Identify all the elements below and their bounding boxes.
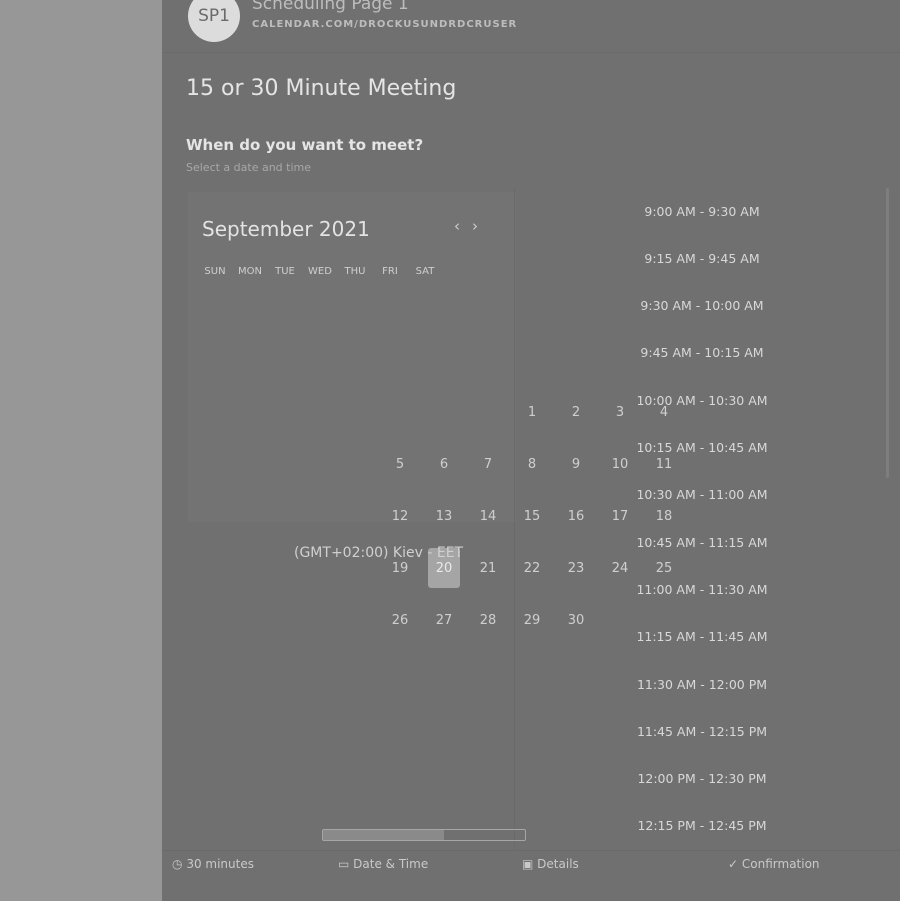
time-slot-button[interactable]: 12:15 PM - 12:45 PM — [515, 803, 889, 849]
calendar-month-label: September 2021 — [202, 217, 370, 241]
avatar: SP1 — [188, 0, 240, 42]
calendar-day[interactable]: 5 — [384, 444, 416, 484]
weekday-label: WED — [308, 266, 332, 277]
page-header: SP1 Scheduling Page 1 CALENDAR.COM/DROCK… — [162, 0, 900, 53]
step-label: Details — [537, 857, 579, 871]
step-date-time[interactable]: ▭ Date & Time — [338, 857, 428, 871]
time-slot-button[interactable]: 11:00 AM - 11:30 AM — [515, 566, 889, 612]
clock-icon: ◷ — [172, 857, 183, 871]
page-subtitle: CALENDAR.COM/DROCKUSUNDRDCRUSER — [252, 19, 518, 30]
time-slot-button[interactable]: 9:15 AM - 9:45 AM — [515, 235, 889, 281]
step-confirmation[interactable]: ✓ Confirmation — [728, 857, 820, 871]
weekday-header: SUN MON TUE WED THU FRI SAT — [202, 266, 438, 277]
time-slot-button[interactable]: 11:45 AM - 12:15 PM — [515, 708, 889, 754]
calendar-day[interactable]: 6 — [428, 444, 460, 484]
timezone-label[interactable]: (GMT+02:00) Kiev - EET — [294, 545, 463, 561]
step-footer: ◷ 30 minutes ▭ Date & Time ▣ Details ✓ C… — [162, 829, 900, 901]
step-progress-fill — [323, 830, 445, 840]
meeting-hint: Select a date and time — [186, 161, 312, 174]
calendar-day[interactable]: 12 — [384, 496, 416, 536]
time-slot-button[interactable]: 10:30 AM - 11:00 AM — [515, 472, 889, 518]
step-label: Date & Time — [353, 857, 429, 871]
time-list-scrollbar[interactable] — [886, 188, 889, 478]
time-slot-button[interactable]: 11:30 AM - 12:00 PM — [515, 661, 889, 707]
check-icon: ✓ — [728, 857, 739, 871]
step-label: Confirmation — [741, 857, 820, 871]
step-progress-bar — [322, 829, 526, 841]
weekday-label: SAT — [415, 266, 435, 277]
weekday-label: FRI — [382, 266, 398, 277]
calendar-day[interactable]: 21 — [472, 548, 504, 588]
step-duration[interactable]: ◷ 30 minutes — [172, 857, 254, 871]
weekday-label: MON — [238, 266, 262, 277]
calendar-icon: ▭ — [338, 857, 350, 871]
time-slot-list[interactable]: 9:00 AM - 9:30 AM 9:15 AM - 9:45 AM 9:30 A… — [514, 188, 889, 852]
left-gutter — [0, 0, 162, 900]
details-icon: ▣ — [522, 857, 534, 871]
scheduling-page: SP1 Scheduling Page 1 CALENDAR.COM/DROCK… — [162, 0, 900, 901]
time-slot-button[interactable]: 10:15 AM - 10:45 AM — [515, 425, 889, 471]
calendar-day[interactable]: 13 — [428, 496, 460, 536]
calendar-day[interactable]: 7 — [472, 444, 504, 484]
time-slot-button[interactable]: 9:00 AM - 9:30 AM — [515, 188, 889, 234]
time-slot-button[interactable]: 9:45 AM - 10:15 AM — [515, 330, 889, 376]
weekday-label: THU — [344, 266, 366, 277]
meeting-title: 15 or 30 Minute Meeting — [186, 76, 457, 101]
time-slot-button[interactable]: 10:45 AM - 11:15 AM — [515, 519, 889, 565]
time-slot-button[interactable]: 12:00 PM - 12:30 PM — [515, 756, 889, 802]
time-slot-button[interactable]: 11:15 AM - 11:45 AM — [515, 614, 889, 660]
next-month-button[interactable]: › — [472, 217, 478, 235]
step-label: 30 minutes — [186, 857, 254, 871]
weekday-label: SUN — [204, 266, 226, 277]
calendar-day[interactable]: 14 — [472, 496, 504, 536]
page-title: Scheduling Page 1 — [252, 0, 409, 14]
prev-month-button[interactable]: ‹ — [454, 217, 460, 235]
time-slot-button[interactable]: 9:30 AM - 10:00 AM — [515, 283, 889, 329]
calendar-day[interactable]: 26 — [384, 600, 416, 640]
meeting-question: When do you want to meet? — [186, 136, 424, 154]
step-details[interactable]: ▣ Details — [522, 857, 579, 871]
calendar-day[interactable]: 27 — [428, 600, 460, 640]
time-slot-button[interactable]: 10:00 AM - 10:30 AM — [515, 377, 889, 423]
calendar-day[interactable]: 28 — [472, 600, 504, 640]
weekday-label: TUE — [275, 266, 295, 277]
